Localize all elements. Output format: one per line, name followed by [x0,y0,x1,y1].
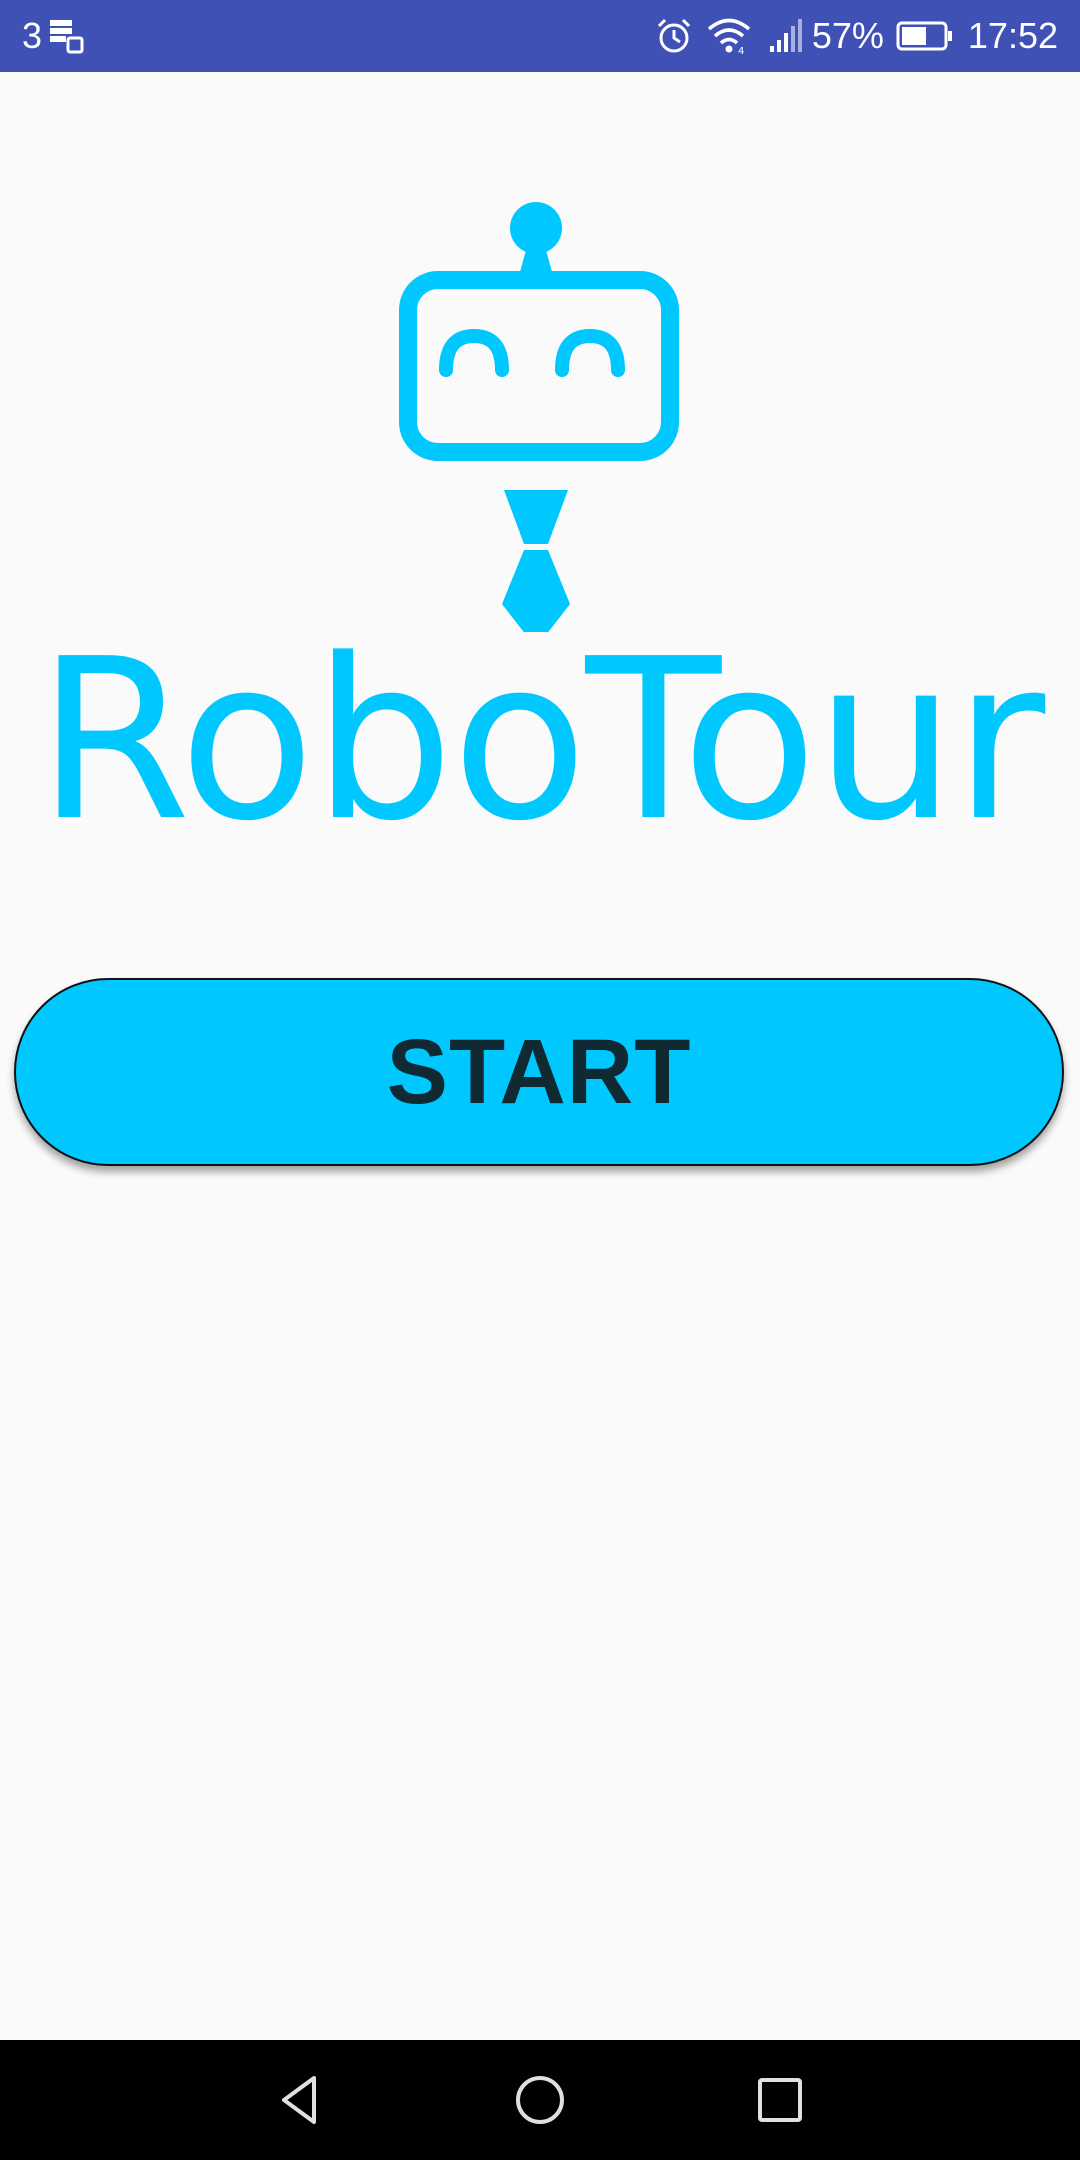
notification-count: 3 [22,15,43,56]
notification-stack-icon [46,16,86,56]
start-button[interactable]: START [14,978,1064,1166]
robotour-logo: RoboTour [0,72,1080,872]
navigation-bar [0,2040,1080,2160]
recents-icon [758,2078,802,2122]
status-clock: 17:52 [967,15,1058,56]
robot-with-tie-icon [399,202,679,632]
home-button[interactable] [500,2060,580,2140]
alarm-icon [654,16,694,56]
battery-icon [896,20,954,52]
back-icon [282,2076,316,2124]
status-bar: 3 4 57% 17:52 [0,0,1080,72]
status-bar-left: 3 [22,14,86,58]
home-icon [516,2076,564,2124]
wifi-icon: 4 [706,16,752,56]
status-bar-right: 4 57% 17:52 [642,14,1058,58]
battery-percent: 57% [811,15,884,56]
app-screen: 3 4 57% 17:52 RoboTour START [0,0,1080,2160]
logo-wordmark: RoboTour [36,612,1046,870]
start-button-label: START [386,1020,692,1123]
back-button[interactable] [260,2060,340,2140]
recents-button[interactable] [740,2060,820,2140]
signal-icon [768,16,804,56]
svg-text:4: 4 [738,46,744,56]
